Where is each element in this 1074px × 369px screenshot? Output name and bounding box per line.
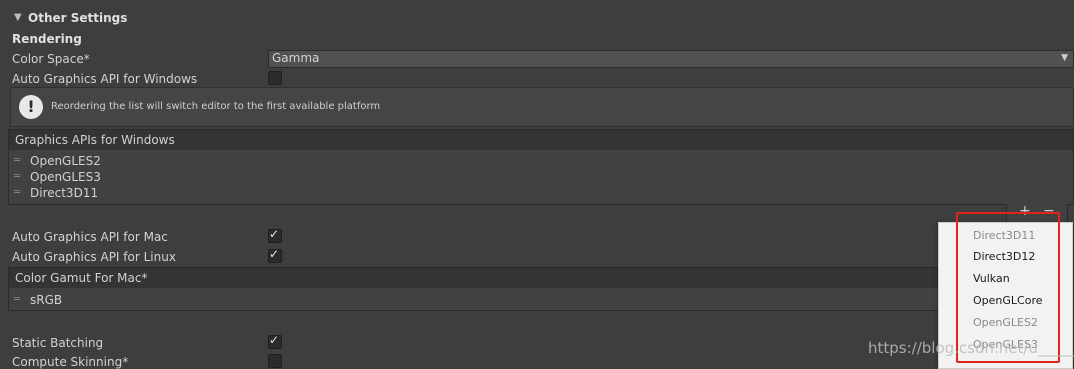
auto-api-windows-label: Auto Graphics API for Windows [12,72,198,86]
popup-item-openglcore[interactable]: OpenGLCore [973,294,1043,307]
list-item-label: Direct3D11 [30,186,99,200]
checkmark-icon: ✓ [269,247,280,261]
color-space-value: Gamma [272,51,320,65]
color-gamut-list [8,288,940,311]
windows-api-list-header: Graphics APIs for Windows [8,129,1074,151]
color-gamut-list-title: Color Gamut For Mac* [15,271,148,285]
drag-handle-icon[interactable]: ═ [14,171,20,182]
rendering-label: Rendering [12,32,82,46]
color-space-label: Color Space* [12,52,90,66]
popup-item-direct3d12[interactable]: Direct3D12 [973,250,1035,263]
checkmark-icon: ✓ [269,227,280,241]
watermark-text: https://blog.csdn.net/u_____20 [868,339,1074,357]
auto-api-linux-label: Auto Graphics API for Linux [12,250,176,264]
popup-item-vulkan[interactable]: Vulkan [973,272,1010,285]
foldout-arrow-icon[interactable]: ▼ [14,12,22,23]
auto-api-linux-checkbox[interactable]: ✓ [268,247,282,263]
section-title: Other Settings [28,11,128,25]
auto-api-mac-label: Auto Graphics API for Mac [12,230,168,244]
color-space-dropdown[interactable]: Gamma ▼ [268,50,1074,68]
windows-api-list-title: Graphics APIs for Windows [15,133,175,147]
windows-api-list [8,150,1074,205]
static-batching-label: Static Batching [12,336,104,350]
drag-handle-icon[interactable]: ═ [14,155,20,166]
popup-item-direct3d11: Direct3D11 [973,229,1036,242]
list-item-label: OpenGLES2 [30,154,101,168]
list-item-label: OpenGLES3 [30,170,101,184]
add-button[interactable]: + [1019,203,1031,219]
list-footer-buttons: + − [1006,203,1068,223]
dropdown-arrow-icon: ▼ [1061,53,1068,63]
auto-api-mac-checkbox[interactable]: ✓ [268,227,282,243]
popup-item-opengles2: OpenGLES2 [973,316,1038,329]
list-item-label: sRGB [30,293,63,307]
warning-icon: ! [19,95,43,119]
help-message: Reordering the list will switch editor t… [51,101,381,112]
color-gamut-list-header: Color Gamut For Mac* [8,267,940,289]
other-settings-foldout[interactable]: ▼ Other Settings [0,8,1074,30]
static-batching-checkbox[interactable]: ✓ [268,333,282,349]
drag-handle-icon[interactable]: ═ [14,187,20,198]
auto-api-windows-checkbox[interactable] [268,71,282,85]
checkmark-icon: ✓ [269,333,280,347]
help-box: ! Reordering the list will switch editor… [10,87,1074,127]
drag-handle-icon[interactable]: ═ [14,294,20,305]
compute-skinning-checkbox[interactable] [268,354,282,368]
remove-button[interactable]: − [1043,203,1055,219]
